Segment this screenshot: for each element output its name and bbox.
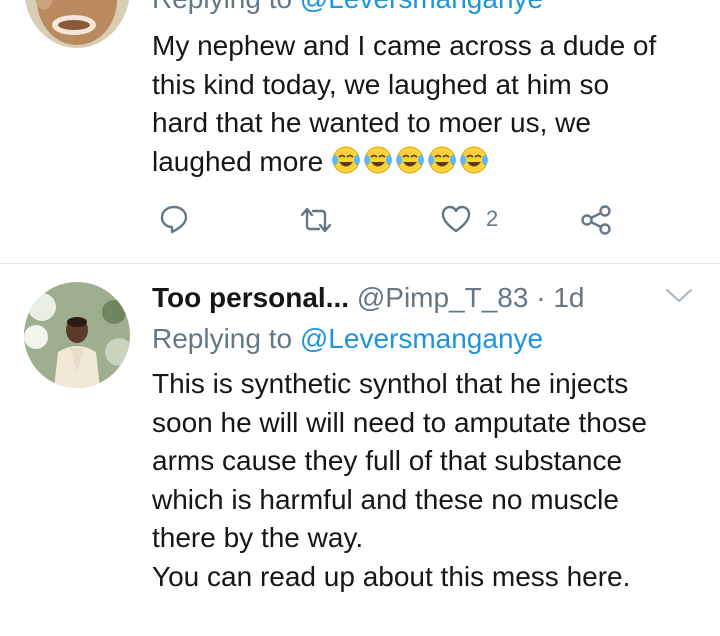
display-name[interactable]: Too personal... [152,282,349,313]
tears-of-joy-emoji-icon [396,146,425,173]
tweet-body: This is synthetic synthol that he inject… [152,365,647,596]
replying-handle-link[interactable]: @Leversmanganye [300,323,543,354]
replying-to: Replying to @Leversmanganye [152,320,543,359]
heart-icon [441,205,471,233]
tweet-body-line: hard that he wanted to moer us, we [152,107,591,138]
tears-of-joy-emoji-icon [332,146,361,173]
tweet-body-line: You can read up about this mess here. [152,560,631,592]
share-button[interactable] [580,204,612,236]
emoji-row [329,146,489,177]
reply-button[interactable] [158,203,190,235]
avatar[interactable] [24,0,130,48]
tweet-body-line: there by the way. [152,522,364,553]
tweet-body-line: My nephew and I came across a dude of [152,30,657,61]
like-count: 2 [486,206,499,231]
retweet-icon [300,207,332,233]
replying-label: Replying to [152,323,293,354]
tweet-body-line: laughed more [152,143,656,182]
tweet-divider [0,263,720,264]
chevron-down-icon [665,288,693,303]
more-options-button[interactable] [664,287,694,310]
tweet-body: My nephew and I came across a dude of th… [152,27,656,181]
user-handle[interactable]: @Pimp_T_83 [357,282,529,313]
avatar[interactable] [24,282,130,388]
tweet-body-line: which is harmful and these no muscle [152,483,619,515]
tweet-time[interactable]: 1d [553,282,584,313]
tweet-body-line: soon he will will need to amputate those [152,406,647,438]
reply-icon [160,205,188,234]
like-button[interactable]: 2 [440,204,498,234]
replying-handle-link[interactable]: @Leversmanganye [300,0,543,14]
tears-of-joy-emoji-icon [428,146,457,173]
replying-to: Replying to @Leversmanganye [152,0,543,16]
tweet-header: Too personal... @Pimp_T_83 · 1d [152,280,585,316]
replying-label: Replying to [152,0,292,14]
tweet-body-text: laughed more [152,145,324,177]
share-icon [581,205,611,235]
tweet-body-line: this kind today, we laughed at him so [152,68,610,100]
tears-of-joy-emoji-icon [364,146,393,173]
tweet-body-line: arms cause they full of that substance [152,445,623,476]
retweet-button[interactable] [298,205,334,235]
tears-of-joy-emoji-icon [460,146,489,173]
separator-dot: · [536,282,546,313]
tweet-body-line: This is synthetic synthol that he inject… [152,368,629,399]
